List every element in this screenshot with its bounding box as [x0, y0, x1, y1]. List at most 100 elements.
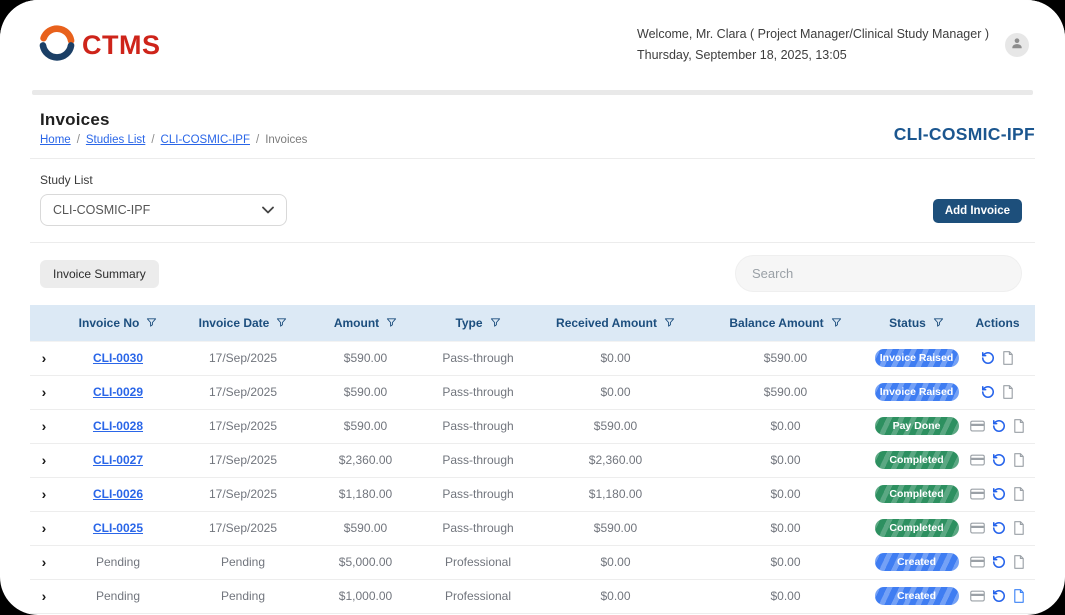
cell-type: Pass-through: [423, 409, 533, 443]
expand-row-icon[interactable]: ›: [42, 487, 47, 501]
payment-card-icon[interactable]: [970, 488, 985, 500]
page-title: Invoices: [40, 110, 307, 130]
document-icon[interactable]: [1013, 453, 1025, 467]
history-icon[interactable]: [992, 521, 1006, 535]
row-actions: [960, 580, 1035, 613]
user-block: Welcome, Mr. Clara ( Project Manager/Cli…: [637, 24, 1029, 66]
breadcrumb-item-invoices: Invoices: [265, 134, 307, 146]
history-icon[interactable]: [981, 385, 995, 399]
study-list-label: Study List: [40, 173, 287, 187]
cell-value: $0.00: [770, 521, 800, 535]
expand-row-icon[interactable]: ›: [42, 521, 47, 535]
cell-value: Pending: [221, 589, 265, 603]
cell-status: Completed: [873, 443, 960, 477]
history-icon[interactable]: [981, 351, 995, 365]
breadcrumb-item-cli-cosmic-ipf[interactable]: CLI-COSMIC-IPF: [161, 134, 250, 146]
cell-value: 17/Sep/2025: [209, 487, 277, 501]
column-header-status: Status: [873, 305, 960, 341]
cell-invoice-no: Pending: [58, 579, 178, 613]
payment-card-icon[interactable]: [970, 454, 985, 466]
document-icon[interactable]: [1013, 487, 1025, 501]
payment-card-icon[interactable]: [970, 590, 985, 602]
payment-card-icon[interactable]: [970, 420, 985, 432]
expand-row-icon[interactable]: ›: [42, 385, 47, 399]
cell-actions: [960, 341, 1035, 375]
history-icon[interactable]: [992, 419, 1006, 433]
add-invoice-button[interactable]: Add Invoice: [933, 199, 1022, 223]
cell-invoice-no: CLI-0030: [58, 341, 178, 375]
cell-invoice-no: Pending: [58, 545, 178, 579]
payment-card-icon[interactable]: [970, 556, 985, 568]
breadcrumb-item-studies-list[interactable]: Studies List: [86, 134, 145, 146]
history-icon[interactable]: [992, 453, 1006, 467]
filter-icon[interactable]: [664, 317, 675, 328]
breadcrumb-item-home[interactable]: Home: [40, 134, 71, 146]
cell-value: $0.00: [600, 385, 630, 399]
invoice-link[interactable]: CLI-0026: [93, 487, 143, 501]
document-icon[interactable]: [1013, 521, 1025, 535]
cell-balance-amount: $0.00: [698, 545, 873, 579]
history-icon[interactable]: [992, 555, 1006, 569]
cell-actions: [960, 409, 1035, 443]
cell-type: Pass-through: [423, 443, 533, 477]
user-avatar-button[interactable]: [1005, 33, 1029, 57]
filter-icon[interactable]: [490, 317, 501, 328]
cell-expand: ›: [30, 579, 58, 613]
column-header-invoice-date: Invoice Date: [178, 305, 308, 341]
cell-invoice-no: CLI-0029: [58, 375, 178, 409]
invoice-link[interactable]: CLI-0027: [93, 453, 143, 467]
cell-balance-amount: $0.00: [698, 409, 873, 443]
invoice-link[interactable]: CLI-0028: [93, 419, 143, 433]
table-row: ›CLI-003017/Sep/2025$590.00Pass-through$…: [30, 341, 1035, 375]
document-icon[interactable]: [1002, 351, 1014, 365]
expand-row-icon[interactable]: ›: [42, 555, 47, 569]
filter-icon[interactable]: [831, 317, 842, 328]
filter-icon[interactable]: [386, 317, 397, 328]
column-label: Type: [455, 316, 482, 330]
cell-value: $590.00: [594, 521, 637, 535]
cell-value: Pass-through: [442, 521, 513, 535]
expand-row-icon[interactable]: ›: [42, 453, 47, 467]
study-list-select[interactable]: CLI-COSMIC-IPF: [40, 194, 287, 226]
app-window: CTMS Welcome, Mr. Clara ( Project Manage…: [0, 0, 1065, 615]
document-icon[interactable]: [1002, 385, 1014, 399]
cell-type: Pass-through: [423, 341, 533, 375]
table-header-row: Invoice NoInvoice DateAmountTypeReceived…: [30, 305, 1035, 341]
cell-received-amount: $1,180.00: [533, 477, 698, 511]
payment-card-icon[interactable]: [970, 522, 985, 534]
invoice-link[interactable]: CLI-0029: [93, 385, 143, 399]
history-icon[interactable]: [992, 589, 1006, 603]
expand-row-icon[interactable]: ›: [42, 351, 47, 365]
filter-icon[interactable]: [276, 317, 287, 328]
cell-invoice-date: Pending: [178, 579, 308, 613]
summary-row: Invoice Summary: [0, 243, 1065, 305]
chevron-down-icon: [262, 203, 274, 217]
cell-status: Created: [873, 579, 960, 613]
expand-row-icon[interactable]: ›: [42, 589, 47, 603]
cell-expand: ›: [30, 341, 58, 375]
study-title: CLI-COSMIC-IPF: [894, 124, 1035, 145]
invoice-link[interactable]: CLI-0030: [93, 351, 143, 365]
invoice-link[interactable]: CLI-0025: [93, 521, 143, 535]
document-icon[interactable]: [1013, 589, 1025, 603]
filter-icon[interactable]: [933, 317, 944, 328]
invoice-summary-button[interactable]: Invoice Summary: [40, 260, 159, 288]
document-icon[interactable]: [1013, 555, 1025, 569]
cell-amount: $590.00: [308, 341, 423, 375]
cell-type: Pass-through: [423, 477, 533, 511]
filter-icon[interactable]: [146, 317, 157, 328]
expand-row-icon[interactable]: ›: [42, 419, 47, 433]
search-input[interactable]: [735, 255, 1022, 292]
column-header-amount: Amount: [308, 305, 423, 341]
history-icon[interactable]: [992, 487, 1006, 501]
table-row: ›CLI-002917/Sep/2025$590.00Pass-through$…: [30, 375, 1035, 409]
breadcrumb-separator: /: [77, 134, 80, 146]
cell-expand: ›: [30, 375, 58, 409]
cell-expand: ›: [30, 477, 58, 511]
cell-invoice-no: CLI-0025: [58, 511, 178, 545]
cell-amount: $1,000.00: [308, 579, 423, 613]
cell-value: $2,360.00: [339, 453, 392, 467]
ctms-logo[interactable]: CTMS: [38, 24, 161, 67]
cell-value: $0.00: [600, 555, 630, 569]
document-icon[interactable]: [1013, 419, 1025, 433]
